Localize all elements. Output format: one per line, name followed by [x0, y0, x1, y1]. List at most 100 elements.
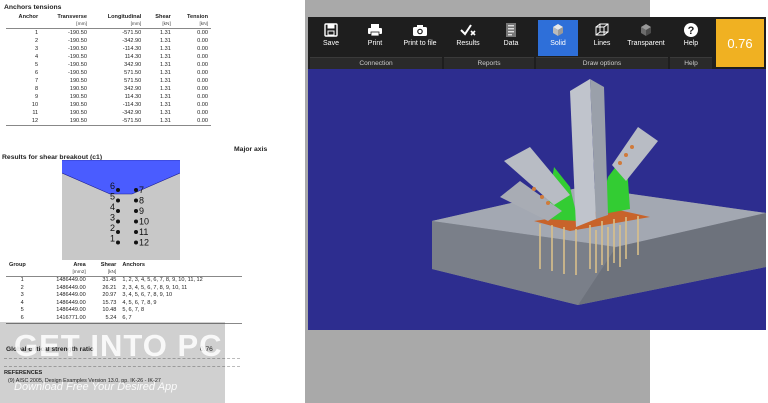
3d-viewport[interactable]: [308, 69, 766, 330]
table-cell: 10.48: [102, 307, 117, 314]
unit-transverse: [mm]: [41, 21, 90, 29]
table-cell: -571.50: [89, 117, 145, 126]
table-cell: 1486449.00: [56, 307, 86, 314]
table-cell: -571.50: [122, 30, 142, 36]
table-cell: 12: [6, 117, 42, 126]
table-row: 10 190.50 -114.30 1.31 0.00: [6, 101, 211, 109]
table-cell: 2: [20, 284, 24, 291]
table-cell: 1.31: [159, 54, 171, 60]
table-cell: 571.50: [124, 70, 142, 76]
table-cell: 190.50: [69, 94, 87, 100]
table-row: 2 -190.50 -342.90 1.31 0.00: [6, 37, 211, 45]
unit-area: [mm2]: [38, 269, 89, 277]
table-cell: -342.90: [122, 110, 142, 116]
solid-button[interactable]: Solid: [538, 20, 578, 56]
table-cell: 1: [20, 277, 24, 283]
data-button[interactable]: Data: [492, 20, 530, 56]
anchor-label: 1: [110, 234, 115, 244]
table-cell: 5: [35, 62, 39, 68]
table-cell: 20.97: [102, 292, 117, 299]
table-cell: 0.00: [173, 117, 211, 126]
group-table-body: 1 1486449.00 31.45 1, 2, 3, 4, 5, 6, 7, 8, …: [6, 277, 242, 324]
table-cell: 3: [35, 46, 39, 52]
breakout-area: [62, 160, 180, 195]
table-cell: 5: [20, 307, 24, 314]
table-cell: 0.00: [197, 94, 208, 100]
table-cell: 11: [32, 110, 39, 116]
anchor-dots: [116, 188, 138, 245]
table-cell: -190.50: [67, 54, 87, 60]
anchor-dot-left: [116, 219, 120, 224]
anchor-label: 7: [139, 185, 144, 195]
table-cell: 0.00: [197, 46, 208, 52]
table-cell: 3: [20, 292, 24, 299]
solid-cube-icon: [553, 24, 563, 36]
table-cell: 342.90: [124, 86, 142, 92]
watermark-subtitle: Download Free Your Desired App: [14, 381, 178, 393]
table-row: 5 -190.50 342.90 1.31 0.00: [6, 61, 211, 69]
table-cell: 9: [35, 94, 39, 100]
table-cell: 1.31: [159, 102, 171, 108]
transparent-cube-icon: [641, 24, 651, 36]
ribbon-group-help: ? Help Help: [670, 17, 712, 69]
table-cell: 190.50: [41, 117, 90, 126]
transparent-label: Transparent: [627, 40, 665, 47]
unit-tension: [kN]: [173, 21, 211, 29]
table-cell: -114.30: [122, 46, 142, 52]
results-button[interactable]: Results: [448, 20, 488, 56]
table-row: 5 1486449.00 10.48 5, 6, 7, 8: [6, 307, 242, 315]
table-cell: 2: [35, 38, 39, 44]
table-cell: 6: [35, 70, 39, 76]
table-cell: -114.30: [122, 102, 142, 108]
table-cell: 571.50: [124, 78, 142, 84]
col-area: Area: [73, 262, 86, 268]
help-group-label: Help: [670, 57, 712, 69]
unit-longitudinal: [mm]: [89, 21, 145, 29]
anchor-dot-right: [134, 230, 138, 234]
table-cell: 5, 6, 7, 8: [122, 307, 145, 314]
results-icon: [460, 24, 476, 36]
col-anchor: Anchor: [18, 14, 39, 20]
anchor-labels-left: 654321: [110, 181, 115, 244]
table-cell: 0.00: [197, 38, 208, 44]
table-cell: 4: [35, 54, 39, 60]
print-to-file-button[interactable]: Print to file: [398, 20, 442, 56]
connection-group-label: Connection: [310, 57, 442, 69]
table-cell: -342.90: [122, 38, 142, 44]
table-row: 11 190.50 -342.90 1.31 0.00: [6, 109, 211, 117]
data-icon: [506, 23, 516, 37]
watermark-title: GET INTO PC: [14, 328, 223, 363]
table-cell: 1: [35, 30, 39, 36]
transparent-button[interactable]: Transparent: [624, 20, 668, 56]
app-window: Save Print Print to file Connection Resu…: [308, 17, 766, 330]
anchor-label: 4: [110, 202, 115, 212]
table-row: 12 190.50 -571.50 1.31 0.00: [6, 117, 211, 126]
table-cell: 7: [35, 78, 39, 84]
anchor-dot-right: [134, 240, 138, 245]
ribbon-group-connection: Save Print Print to file Connection: [310, 17, 442, 69]
wireframe-cube-icon: [595, 23, 609, 36]
save-button[interactable]: Save: [312, 20, 350, 56]
lines-button[interactable]: Lines: [582, 20, 622, 56]
table-cell: 342.90: [124, 62, 142, 68]
table-cell: 15.73: [102, 299, 117, 306]
print-label: Print: [367, 40, 383, 47]
table-cell: 2, 3, 4, 5, 6, 7, 8, 9, 10, 11: [122, 284, 188, 291]
table-cell: -190.50: [67, 46, 87, 52]
unit-group-shear: [kN]: [88, 269, 120, 277]
anchor-label: 9: [139, 206, 144, 216]
data-label: Data: [503, 40, 519, 47]
table-cell: 3, 4, 5, 6, 7, 8, 9, 10: [122, 292, 173, 299]
print-button[interactable]: Print: [356, 20, 394, 56]
col-longitudinal: Longitudinal: [107, 14, 142, 20]
table-cell: 1.31: [144, 117, 174, 126]
table-row: 8 190.50 342.90 1.31 0.00: [6, 85, 211, 93]
table-row: 1 -190.50 -571.50 1.31 0.00: [6, 29, 211, 38]
help-button[interactable]: ? Help: [672, 20, 710, 56]
table-cell: 10: [31, 102, 39, 108]
anchor-dot-right: [134, 198, 138, 203]
lines-label: Lines: [593, 40, 611, 47]
table-row: 3 -190.50 -114.30 1.31 0.00: [6, 45, 211, 53]
anchor-dot-left: [116, 230, 120, 234]
table-row: 1 1486449.00 31.45 1, 2, 3, 4, 5, 6, 7, 8, …: [6, 277, 242, 285]
